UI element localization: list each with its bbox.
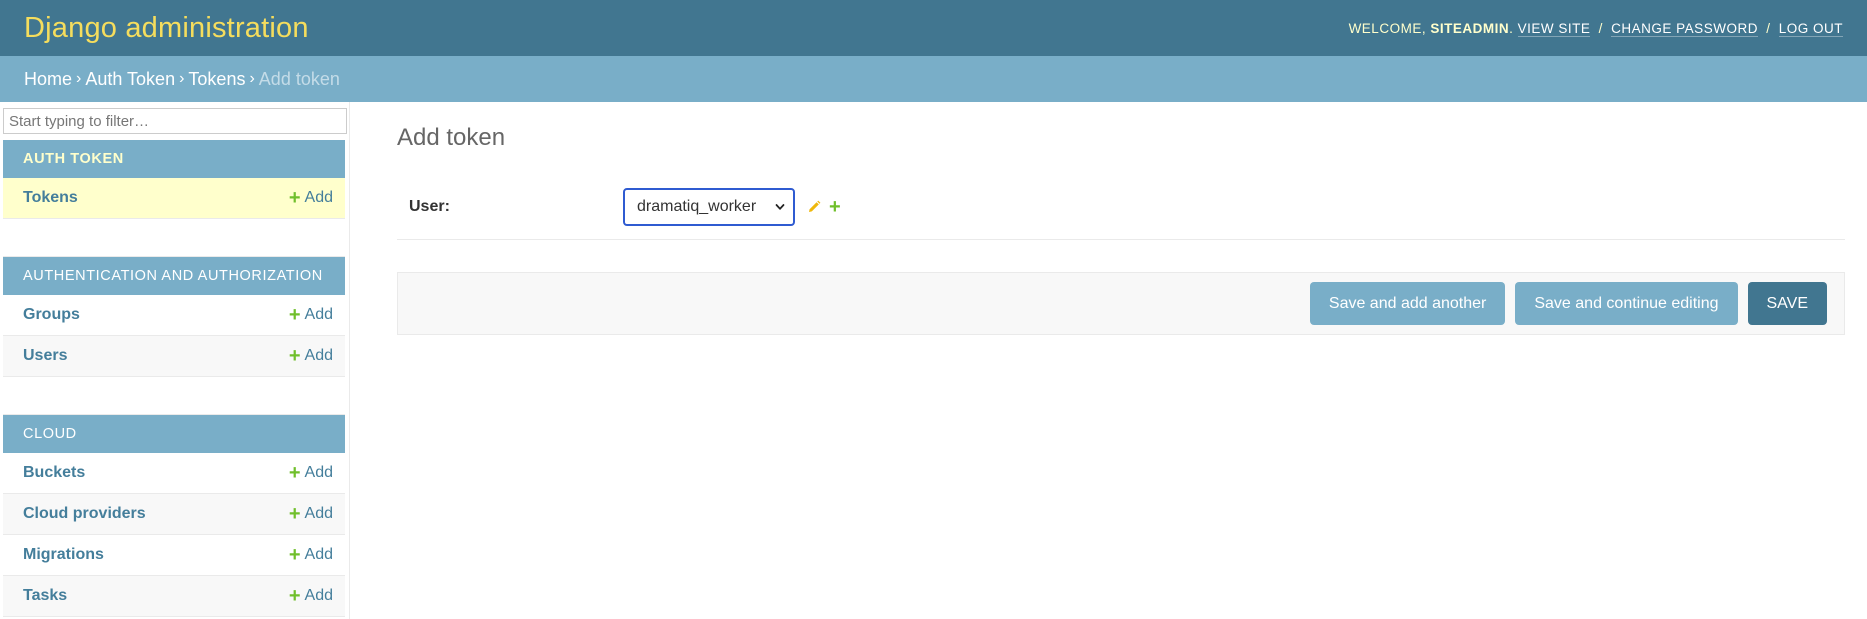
- breadcrumb-tokens[interactable]: Tokens: [188, 69, 245, 90]
- save-and-add-another-button[interactable]: Save and add another: [1309, 282, 1506, 325]
- module-spacer: [3, 377, 345, 415]
- log-out-link[interactable]: Log out: [1778, 20, 1843, 37]
- model-link-cloud-providers[interactable]: Cloud providers: [23, 505, 146, 523]
- plus-icon: +: [288, 304, 301, 326]
- module-caption[interactable]: Cloud: [3, 415, 345, 453]
- module-auth-token: Auth Token Tokens + Add: [3, 140, 345, 219]
- plus-icon: +: [288, 187, 301, 209]
- form-row-user: User: dramatiq_worker +: [397, 174, 1845, 240]
- sidebar-item-tasks: Tasks + Add: [3, 576, 345, 617]
- breadcrumb: Home › Auth Token › Tokens › Add token: [0, 56, 1867, 102]
- sidebar-item-cloud-providers: Cloud providers + Add: [3, 494, 345, 535]
- related-widget-links: +: [807, 197, 841, 217]
- plus-icon: +: [288, 544, 301, 566]
- main: Auth Token Tokens +Add Authentication an…: [0, 102, 1867, 619]
- breadcrumb-home[interactable]: Home: [24, 69, 72, 90]
- add-groups-link[interactable]: + Add: [289, 305, 333, 325]
- sidebar-item-migrations: Migrations + Add: [3, 535, 345, 576]
- module-authentication: Authentication and Authorization Groups …: [3, 257, 345, 377]
- plus-icon: +: [288, 462, 301, 484]
- content: Add token User: dramatiq_worker + Save a…: [350, 102, 1867, 619]
- model-link-tokens[interactable]: Tokens: [23, 189, 78, 207]
- separator: /: [1598, 20, 1603, 36]
- user-field-label: User:: [409, 197, 450, 215]
- breadcrumb-current: Add token: [258, 68, 340, 89]
- add-label: Add: [304, 306, 333, 323]
- header: Django administration Welcome, SITEADMIN…: [0, 0, 1867, 56]
- add-label: Add: [304, 546, 333, 563]
- username: SITEADMIN: [1430, 20, 1510, 36]
- save-button[interactable]: SAVE: [1747, 282, 1827, 325]
- module-spacer: [3, 219, 345, 257]
- add-label: Add: [304, 464, 333, 481]
- breadcrumb-auth-token[interactable]: Auth Token: [85, 69, 175, 90]
- add-label: Add: [304, 587, 333, 604]
- breadcrumb-separator: ›: [76, 70, 82, 87]
- site-name[interactable]: Django administration: [24, 12, 309, 45]
- sidebar-item-groups: Groups + Add: [3, 295, 345, 336]
- add-label: Add: [304, 189, 333, 206]
- submit-row: Save and add another Save and continue e…: [397, 272, 1845, 335]
- plus-icon: +: [288, 345, 301, 367]
- nav-filter-input[interactable]: [3, 108, 347, 134]
- add-cloud-providers-link[interactable]: + Add: [289, 504, 333, 524]
- separator: /: [1766, 20, 1771, 36]
- user-select-value: dramatiq_worker: [637, 197, 757, 215]
- model-link-migrations[interactable]: Migrations: [23, 546, 104, 564]
- add-label: Add: [304, 347, 333, 364]
- add-related-plus-icon[interactable]: +: [829, 197, 841, 217]
- user-select[interactable]: dramatiq_worker: [623, 187, 795, 226]
- model-link-tasks[interactable]: Tasks: [23, 587, 67, 605]
- breadcrumb-separator: ›: [179, 70, 185, 87]
- page-title: Add token: [397, 124, 506, 151]
- add-tokens-link[interactable]: + Add: [289, 188, 333, 208]
- nav-sidebar: Auth Token Tokens +Add Authentication an…: [0, 102, 350, 619]
- view-site-link[interactable]: View site: [1517, 20, 1591, 37]
- model-link-buckets[interactable]: Buckets: [23, 464, 85, 482]
- change-password-link[interactable]: Change password: [1611, 20, 1758, 37]
- welcome-text: Welcome,: [1348, 20, 1427, 36]
- model-link-groups[interactable]: Groups: [23, 306, 80, 324]
- plus-icon: +: [288, 585, 301, 607]
- add-migrations-link[interactable]: + Add: [289, 545, 333, 565]
- save-and-continue-button[interactable]: Save and continue editing: [1515, 282, 1738, 325]
- model-link-users[interactable]: Users: [23, 347, 67, 365]
- module-caption[interactable]: Auth Token: [3, 140, 345, 178]
- add-buckets-link[interactable]: + Add: [289, 463, 333, 483]
- plus-icon: +: [288, 503, 301, 525]
- add-tasks-link[interactable]: + Add: [289, 586, 333, 606]
- chevron-down-icon: [775, 203, 785, 210]
- module-cloud: Cloud Buckets + Add Cloud providers + Add …: [3, 415, 345, 617]
- pencil-icon[interactable]: [807, 200, 821, 214]
- sidebar-item-tokens: Tokens + Add: [3, 178, 345, 219]
- user-tools: Welcome, SITEADMIN. View site / Change p…: [1348, 20, 1843, 37]
- sidebar-item-users: Users + Add: [3, 336, 345, 377]
- breadcrumb-separator: ›: [249, 70, 255, 87]
- add-label: Add: [304, 505, 333, 522]
- sidebar-item-buckets: Buckets + Add: [3, 453, 345, 494]
- add-users-link[interactable]: + Add: [289, 346, 333, 366]
- module-caption[interactable]: Authentication and Authorization: [3, 257, 345, 295]
